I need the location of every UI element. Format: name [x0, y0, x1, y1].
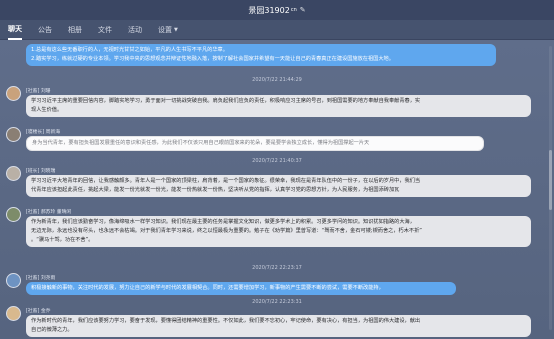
tab-label: 活动 [128, 25, 142, 34]
chevron-down-icon: ▼ [174, 26, 178, 33]
message-bubble[interactable]: 作为新时代的青年，我们应该要努力学习，要奋于发现，要懂得团结精神的重要性。不仅如… [26, 315, 531, 337]
tab-label: 相册 [68, 25, 82, 34]
tab-album[interactable]: 相册 [68, 20, 82, 40]
pencil-icon[interactable]: ✎ [300, 6, 306, 14]
avatar[interactable] [6, 306, 21, 321]
message-text: 积极接触新的事物，关注时代的发展，努力让自己的新学与时代的发展相契合。同时，还需… [31, 285, 384, 291]
message-text: 1.总是有这么些无番职行的人，无视时光甘甘之如始，平凡的人生书写不平凡的华章。 [31, 47, 228, 53]
sender-name[interactable]: [社畜] 刘尧雨 [26, 274, 55, 281]
tab-bar: 聊天 公告 相册 文件 活动 设置 ▼ [0, 20, 554, 40]
timestamp: 2020/7/22 22:23:17 [252, 265, 302, 271]
tab-settings[interactable]: 设置 ▼ [158, 20, 178, 40]
message-bubble[interactable]: 学习习近平大地青年的回信，让我感触颇多。青年人是一个国家的顶梁柱，肩背着，是一个… [26, 175, 531, 197]
tab-label: 聊天 [8, 24, 22, 33]
sender-name[interactable]: [寝楼长] 周新海 [26, 128, 60, 135]
scrollbar-thumb[interactable] [549, 150, 552, 210]
title-bar: 景园31902 cn ✎ [0, 0, 554, 20]
message-text: 学习习近平大地青年的回信，让我感触颇多。青年人是一个国家的顶梁柱，肩背着，是一个… [31, 178, 421, 184]
message-bubble[interactable]: 作为新青年，我们应该勤奋学习，像海绵吸水一样学习知识。我们现在最主要的任务是掌握… [26, 216, 531, 247]
sender-name[interactable]: [社畜] 金乔 [26, 307, 50, 314]
avatar[interactable] [6, 273, 21, 288]
message-text: 现人生价值。 [31, 107, 63, 113]
message-bubble[interactable]: 1.总是有这么些无番职行的人，无视时光甘甘之如始，平凡的人生书写不平凡的华章。 … [26, 44, 496, 66]
message-text: 无边无际，永远也没有尽头，也永远不会枯竭。对于我们青年学习来说，终之以恒最极为重… [31, 228, 422, 234]
tab-files[interactable]: 文件 [98, 20, 112, 40]
chat-area[interactable]: 1.总是有这么些无番职行的人，无视时光甘甘之如始，平凡的人生书写不平凡的华章。 … [0, 40, 554, 339]
avatar[interactable] [6, 207, 21, 222]
message-bubble[interactable]: 身为当代青年，要有担负祖国发展重任的意识和责任感，为此我们不仅该只用自己眼前国家… [26, 136, 484, 151]
avatar[interactable] [6, 166, 21, 181]
message-text: 代青年应该担起此责任，挑起大梁，能发一份光就发一份光，能发一份热就发一份热，坚决… [31, 187, 400, 193]
message-text: 作为新时代的青年，我们应该要努力学习，要奋于发现，要懂得团结精神的重要性。不仅如… [31, 318, 421, 324]
tab-label: 公告 [38, 25, 52, 34]
timestamp: 2020/7/22 21:44:29 [252, 77, 302, 83]
message-text: 身为当代青年，要有担负祖国发展重任的意识和责任感，为此我们不仅该只用自己眼前国家… [32, 140, 370, 146]
message-text: 学习习近平主席的重要回信内容，脚踏实地学习，勇于面对一切挑战突破自我。肩负起我们… [31, 98, 421, 104]
tab-activity[interactable]: 活动 [128, 20, 142, 40]
sender-name[interactable]: [社畜] 刘珊 [26, 87, 50, 94]
avatar[interactable] [6, 86, 21, 101]
message-text: 作为新青年，我们应该勤奋学习，像海绵吸水一样学习知识。我们现在最主要的任务是掌握… [31, 219, 415, 225]
timestamp: 2020/7/22 21:40:37 [252, 158, 302, 164]
tab-chat[interactable]: 聊天 [8, 20, 22, 40]
timestamp: 2020/7/22 22:23:31 [252, 299, 302, 305]
tab-announcement[interactable]: 公告 [38, 20, 52, 40]
message-bubble[interactable]: 学习习近平主席的重要回信内容，脚踏实地学习，勇于面对一切挑战突破自我。肩负起我们… [26, 95, 531, 117]
message-text: 自己的微薄之力。 [31, 327, 73, 333]
message-text: 。“骥马十驾，功在不舍”。 [31, 237, 94, 243]
message-bubble[interactable]: 积极接触新的事物，关注时代的发展，努力让自己的新学与时代的发展相契合。同时，还需… [26, 282, 456, 295]
window-title: 景园31902 [248, 5, 290, 15]
sender-name[interactable]: [班长] 刘晓瑞 [26, 167, 55, 174]
tab-label: 文件 [98, 25, 112, 34]
message-text: 2.踏实学习，练就过硬的专业本领。学习我中央的思想观念并辩证性地融入落，按制了解… [31, 56, 394, 62]
avatar[interactable] [6, 127, 21, 142]
sender-name[interactable]: [社畜] 郝苏玲 董晴闲 [26, 208, 71, 215]
tab-label: 设置 [158, 25, 172, 34]
window-title-suffix: cn [290, 7, 297, 13]
